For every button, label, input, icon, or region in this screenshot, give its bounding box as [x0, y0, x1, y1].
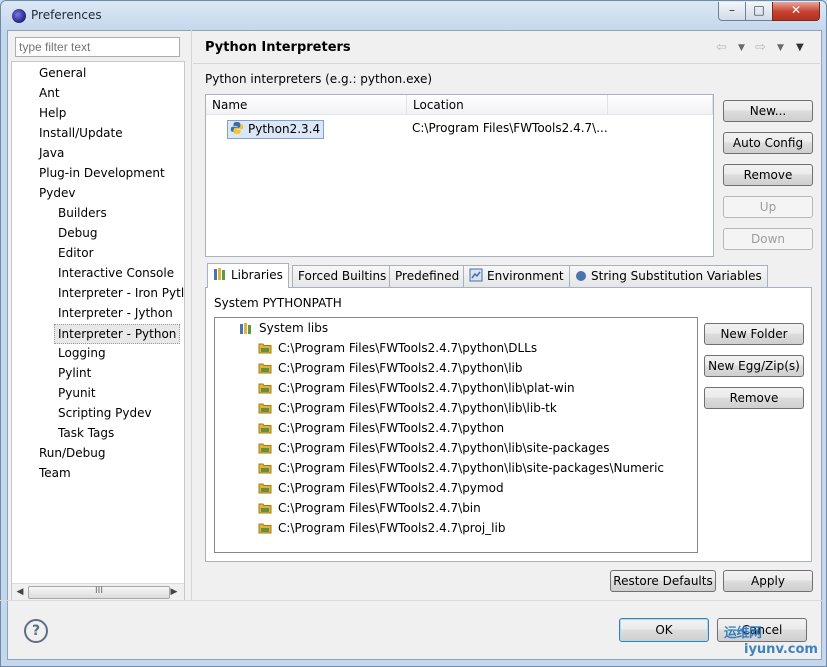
tab-string-substitution-variables[interactable]: String Substitution Variables — [569, 265, 768, 287]
footer-separator — [0, 600, 825, 601]
watermark-url: iyunv.com — [744, 642, 818, 657]
lib-path-item[interactable]: C:\Program Files\FWTools2.4.7\python\DLL… — [258, 338, 537, 358]
libraries-icon — [213, 266, 227, 289]
system-libs-root[interactable]: System libs — [239, 318, 328, 338]
scroll-right-arrow-icon[interactable]: ▶ — [168, 586, 180, 598]
column-header-location[interactable]: Location — [407, 95, 608, 115]
eclipse-icon — [12, 9, 26, 23]
new-interpreter-button[interactable]: New... — [723, 100, 813, 122]
tree-item-plugin-development[interactable]: Plug-in Development — [39, 163, 165, 183]
variables-icon — [575, 268, 587, 289]
folder-icon — [258, 501, 272, 515]
table-row-name[interactable]: Python2.3.4 — [227, 120, 325, 139]
sash-divider[interactable] — [191, 30, 192, 600]
folder-icon — [258, 421, 272, 435]
system-libs-icon — [239, 321, 253, 335]
new-egg-zip-button[interactable]: New Egg/Zip(s) — [704, 355, 804, 377]
folder-icon — [258, 461, 272, 475]
system-libs-tree[interactable]: System libs C:\Program Files\FWTools2.4.… — [214, 317, 698, 553]
tree-item-install-update[interactable]: Install/Update — [39, 123, 123, 143]
remove-library-button[interactable]: Remove — [704, 387, 804, 409]
tree-item-ant[interactable]: Ant — [39, 83, 60, 103]
title-separator — [193, 63, 820, 64]
scroll-thumb[interactable]: III — [28, 586, 170, 599]
lib-path-item[interactable]: C:\Program Files\FWTools2.4.7\python — [258, 418, 504, 438]
folder-icon — [258, 381, 272, 395]
back-dropdown-icon[interactable]: ▼ — [738, 43, 745, 53]
ok-button[interactable]: OK — [619, 618, 709, 642]
lib-path-item[interactable]: C:\Program Files\FWTools2.4.7\python\lib — [258, 358, 523, 378]
tree-item-pyunit[interactable]: Pyunit — [58, 383, 96, 403]
folder-icon — [258, 361, 272, 375]
tree-horizontal-scrollbar[interactable]: ◀ III ▶ — [12, 583, 184, 600]
forward-arrow-icon[interactable]: ⇨ — [755, 40, 766, 55]
folder-icon — [258, 481, 272, 495]
lib-path-item[interactable]: C:\Program Files\FWTools2.4.7\proj_lib — [258, 518, 505, 538]
folder-icon — [258, 341, 272, 355]
column-header-name[interactable]: Name — [206, 95, 407, 115]
interpreter-location: C:\Program Files\FWTools2.4.7\... — [412, 121, 608, 135]
environment-icon — [469, 268, 483, 289]
tree-item-logging[interactable]: Logging — [58, 343, 106, 363]
apply-button[interactable]: Apply — [723, 570, 813, 592]
tree-item-java[interactable]: Java — [39, 143, 64, 163]
interpreters-description: Python interpreters (e.g.: python.exe) — [205, 72, 433, 86]
tree-item-debug[interactable]: Debug — [58, 223, 97, 243]
tree-item-interpreter-jython[interactable]: Interpreter - Jython — [58, 303, 173, 323]
tree-item-pylint[interactable]: Pylint — [58, 363, 91, 383]
folder-icon — [258, 401, 272, 415]
column-header-filler — [608, 95, 713, 115]
lib-path-item[interactable]: C:\Program Files\FWTools2.4.7\bin — [258, 498, 481, 518]
tab-predefined[interactable]: Predefined — [389, 265, 466, 287]
lib-path-item[interactable]: C:\Program Files\FWTools2.4.7\pymod — [258, 478, 504, 498]
tree-item-builders[interactable]: Builders — [58, 203, 107, 223]
tree-item-interactive-console[interactable]: Interactive Console — [58, 263, 174, 283]
lib-path-item[interactable]: C:\Program Files\FWTools2.4.7\python\lib… — [258, 458, 664, 478]
tree-item-scripting-pydev[interactable]: Scripting Pydev — [58, 403, 152, 423]
minimize-button[interactable]: – — [718, 2, 746, 21]
restore-defaults-button[interactable]: Restore Defaults — [610, 570, 716, 592]
tree-item-help[interactable]: Help — [39, 103, 66, 123]
lib-path-item[interactable]: C:\Program Files\FWTools2.4.7\python\lib… — [258, 398, 557, 418]
python-icon — [230, 122, 244, 134]
tab-forced-builtins[interactable]: Forced Builtins — [292, 265, 393, 287]
view-menu-icon[interactable]: ▼ — [796, 42, 804, 53]
system-pythonpath-label: System PYTHONPATH — [214, 296, 342, 310]
scroll-left-arrow-icon[interactable]: ◀ — [14, 586, 26, 598]
interpreter-name: Python2.3.4 — [248, 122, 321, 136]
auto-config-button[interactable]: Auto Config — [723, 132, 813, 154]
tab-environment[interactable]: Environment — [463, 265, 570, 287]
tree-item-team[interactable]: Team — [39, 463, 71, 483]
folder-icon — [258, 521, 272, 535]
down-button[interactable]: Down — [723, 228, 813, 250]
preference-tree: General Ant Help Install/Update Java Plu… — [11, 61, 185, 600]
maximize-button[interactable]: □ — [745, 2, 773, 21]
tree-item-run-debug[interactable]: Run/Debug — [39, 443, 106, 463]
tree-item-interpreter-iron-python[interactable]: Interpreter - Iron Pytl — [58, 283, 184, 303]
tab-libraries[interactable]: Libraries — [207, 263, 289, 288]
tree-item-interpreter-python[interactable]: Interpreter - Python — [54, 324, 181, 344]
page-title: Python Interpreters — [205, 40, 351, 55]
filter-input[interactable] — [15, 37, 180, 57]
tree-item-task-tags[interactable]: Task Tags — [58, 423, 114, 443]
tree-item-pydev[interactable]: Pydev — [39, 183, 75, 203]
back-arrow-icon[interactable]: ⇦ — [716, 40, 727, 55]
lib-path-item[interactable]: C:\Program Files\FWTools2.4.7\python\lib… — [258, 438, 609, 458]
interpreters-table[interactable]: Name Location Python2.3.4 C:\Program Fil… — [205, 94, 714, 257]
remove-interpreter-button[interactable]: Remove — [723, 164, 813, 186]
new-folder-button[interactable]: New Folder — [704, 323, 804, 345]
lib-path-item[interactable]: C:\Program Files\FWTools2.4.7\python\lib… — [258, 378, 575, 398]
help-icon[interactable]: ? — [24, 619, 48, 643]
tree-item-general[interactable]: General — [39, 63, 86, 83]
folder-icon — [258, 441, 272, 455]
tree-item-editor[interactable]: Editor — [58, 243, 94, 263]
watermark-logo-text: 运维网 — [724, 626, 762, 641]
forward-dropdown-icon[interactable]: ▼ — [777, 43, 784, 53]
up-button[interactable]: Up — [723, 196, 813, 218]
close-button[interactable]: ✕ — [772, 2, 820, 21]
window-title: Preferences — [31, 8, 102, 22]
